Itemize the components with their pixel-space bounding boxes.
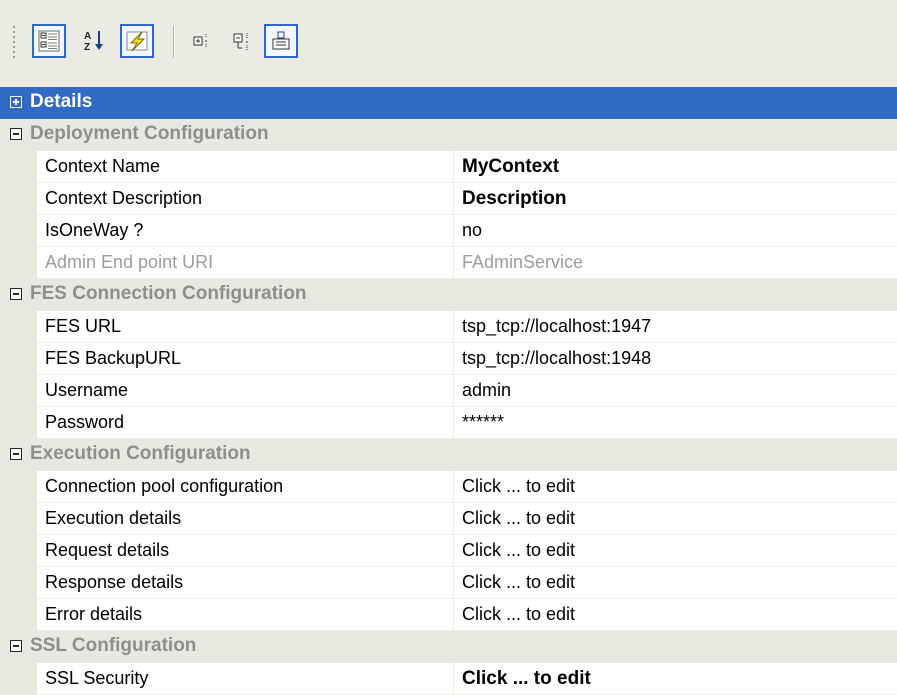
property-name: Admin End point URI <box>45 252 214 272</box>
property-value[interactable]: admin <box>462 380 511 401</box>
collapse-icon[interactable] <box>10 128 22 140</box>
property-row-ssl-security[interactable]: SSL Security Click ... to edit <box>0 663 897 695</box>
svg-text:A: A <box>84 31 91 42</box>
property-value[interactable]: Click ... to edit <box>462 572 575 593</box>
property-value[interactable]: Click ... to edit <box>462 508 575 529</box>
property-row-username[interactable]: Username admin <box>0 375 897 407</box>
property-row-execution-details[interactable]: Execution details Click ... to edit <box>0 503 897 535</box>
property-name: Password <box>45 412 125 432</box>
property-name: Execution details <box>45 508 182 528</box>
property-name: Connection pool configuration <box>45 476 284 496</box>
property-value[interactable]: Description <box>462 188 567 210</box>
property-row-password[interactable]: Password ****** <box>0 407 897 439</box>
svg-text:Z: Z <box>84 42 90 53</box>
property-grid-toolbar: A Z <box>0 0 897 87</box>
category-label: Deployment Configuration <box>30 123 269 144</box>
property-value: FAdminService <box>462 252 584 272</box>
property-name: FES URL <box>45 316 122 336</box>
category-fes-connection-configuration[interactable]: FES Connection Configuration <box>0 279 897 311</box>
property-name: IsOneWay ? <box>45 220 144 240</box>
property-name: Username <box>45 380 129 400</box>
property-row-fes-backup-url[interactable]: FES BackupURL tsp_tcp://localhost:1948 <box>0 343 897 375</box>
toolbar-separator <box>173 26 175 58</box>
property-row-error-details[interactable]: Error details Click ... to edit <box>0 599 897 631</box>
property-row-context-name[interactable]: Context Name MyContext <box>0 151 897 183</box>
category-label: SSL Configuration <box>30 635 197 656</box>
property-row-response-details[interactable]: Response details Click ... to edit <box>0 567 897 599</box>
alphabetical-sort-icon: A Z <box>84 31 103 53</box>
property-value[interactable]: tsp_tcp://localhost:1948 <box>462 348 651 369</box>
property-name: Context Name <box>45 156 161 176</box>
property-name: SSL Security <box>45 668 149 688</box>
property-pages-icon <box>272 31 290 50</box>
toolbar-grip[interactable] <box>12 26 16 62</box>
property-name: Request details <box>45 540 170 560</box>
property-pages-button[interactable] <box>264 24 298 58</box>
collapse-all-icon <box>193 34 207 48</box>
property-value[interactable]: ****** <box>462 412 504 433</box>
category-label: FES Connection Configuration <box>30 283 307 304</box>
alphabetical-button[interactable]: A Z <box>78 24 112 58</box>
expand-icon[interactable] <box>10 96 22 108</box>
category-details[interactable]: Details <box>0 87 897 119</box>
category-deployment-configuration[interactable]: Deployment Configuration <box>0 119 897 151</box>
properties-button[interactable] <box>120 24 154 58</box>
collapse-icon[interactable] <box>10 448 22 460</box>
property-row-connection-pool[interactable]: Connection pool configuration Click ... … <box>0 471 897 503</box>
category-label: Execution Configuration <box>30 443 251 464</box>
category-ssl-configuration[interactable]: SSL Configuration <box>0 631 897 663</box>
property-value[interactable]: Click ... to edit <box>462 604 575 625</box>
property-value[interactable]: Click ... to edit <box>462 476 575 497</box>
property-name: Response details <box>45 572 184 592</box>
property-value[interactable]: no <box>462 220 482 241</box>
property-name: Context Description <box>45 188 203 208</box>
category-execution-configuration[interactable]: Execution Configuration <box>0 439 897 471</box>
property-row-fes-url[interactable]: FES URL tsp_tcp://localhost:1947 <box>0 311 897 343</box>
property-value[interactable]: Click ... to edit <box>462 668 591 690</box>
property-value[interactable]: MyContext <box>462 156 559 178</box>
property-row-admin-endpoint-uri: Admin End point URI FAdminService <box>0 247 897 279</box>
expand-all-button[interactable] <box>226 24 260 58</box>
collapse-all-button[interactable] <box>186 24 220 58</box>
property-name: FES BackupURL <box>45 348 182 368</box>
property-value[interactable]: tsp_tcp://localhost:1947 <box>462 316 651 337</box>
property-row-request-details[interactable]: Request details Click ... to edit <box>0 535 897 567</box>
categorized-button[interactable] <box>32 24 66 58</box>
property-value[interactable]: Click ... to edit <box>462 540 575 561</box>
property-name: Error details <box>45 604 143 624</box>
collapse-icon[interactable] <box>10 640 22 652</box>
property-row-context-description[interactable]: Context Description Description <box>0 183 897 215</box>
property-row-is-one-way[interactable]: IsOneWay ? no <box>0 215 897 247</box>
property-grid: Details Deployment Configuration Context… <box>0 87 897 695</box>
expand-all-icon <box>233 33 248 50</box>
category-label: Details <box>30 91 93 112</box>
properties-lightning-icon <box>126 31 148 52</box>
collapse-icon[interactable] <box>10 288 22 300</box>
categorized-icon <box>38 30 60 52</box>
